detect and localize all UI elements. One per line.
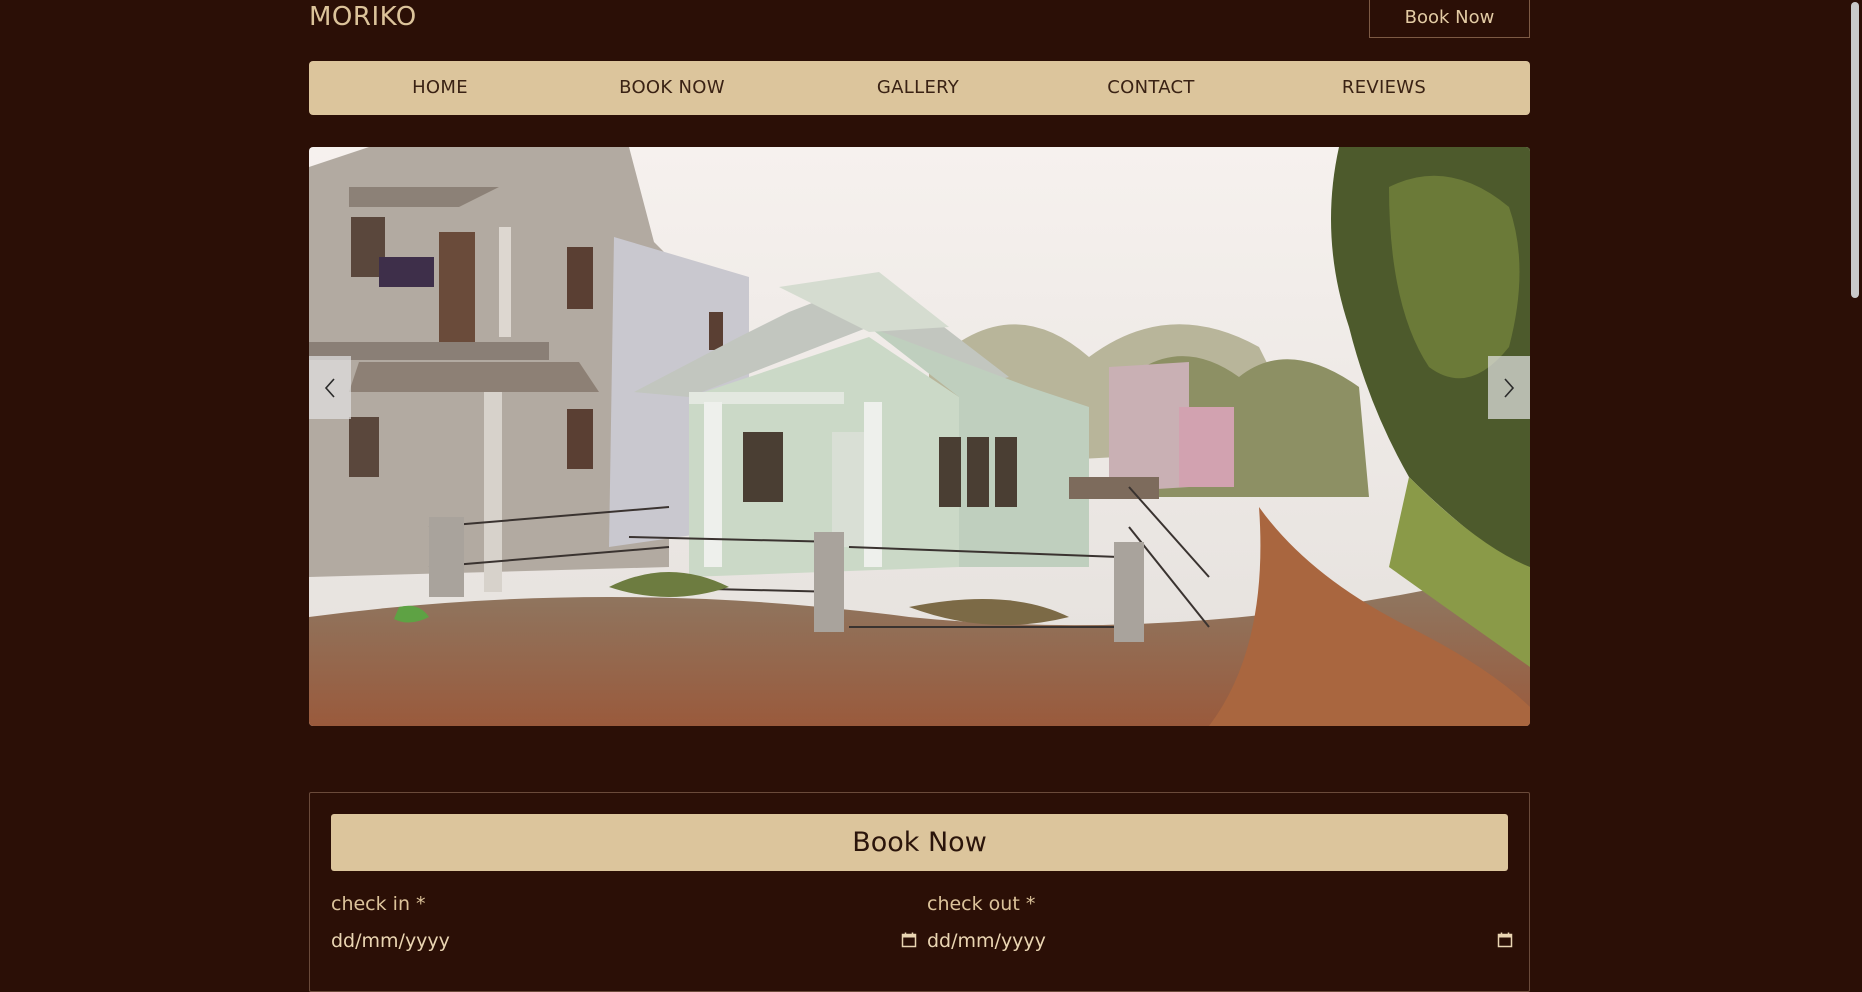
check-in-label: check in * [331,893,426,915]
carousel-prev-button[interactable] [309,356,351,419]
carousel-slide-image [309,147,1530,726]
nav-item-contact[interactable]: CONTACT [1107,61,1194,115]
nav-item-book-now[interactable]: BOOK NOW [619,61,725,115]
check-in-date-field[interactable]: dd/mm/yyyy [331,925,917,957]
main-nav: HOME BOOK NOW GALLERY CONTACT REVIEWS [309,61,1530,115]
calendar-icon[interactable] [1497,932,1513,948]
nav-item-gallery[interactable]: GALLERY [877,61,959,115]
booking-form: Book Now check in * check out * dd/mm/yy… [309,792,1530,992]
check-out-date-field[interactable]: dd/mm/yyyy [927,925,1513,957]
check-in-placeholder: dd/mm/yyyy [331,930,450,952]
calendar-icon[interactable] [901,932,917,948]
scrollbar-thumb[interactable] [1851,2,1859,298]
chevron-left-icon [324,377,335,398]
header-book-now-button[interactable]: Book Now [1369,0,1530,38]
check-out-label: check out * [927,893,1036,915]
carousel-next-button[interactable] [1488,356,1530,419]
image-carousel [309,147,1530,726]
page-scrollbar[interactable] [1848,0,1862,959]
nav-item-reviews[interactable]: REVIEWS [1342,61,1426,115]
check-out-placeholder: dd/mm/yyyy [927,930,1046,952]
nav-item-home[interactable]: HOME [412,61,468,115]
chevron-right-icon [1504,377,1515,398]
booking-title-button[interactable]: Book Now [331,814,1508,871]
brand-logo[interactable]: MORIKO [309,0,417,34]
